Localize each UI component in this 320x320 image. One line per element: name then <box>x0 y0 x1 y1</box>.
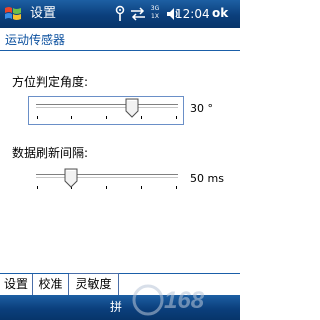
slider-track <box>36 104 178 108</box>
slider-thumb[interactable] <box>125 98 139 118</box>
tab-calibration[interactable]: 校准 <box>33 274 69 295</box>
header-divider <box>0 50 240 51</box>
slider-tick <box>71 116 72 119</box>
slider-tick <box>176 116 177 119</box>
window-title: 设置 <box>30 6 57 21</box>
slider-tick <box>141 116 142 119</box>
refresh-interval-slider[interactable] <box>36 168 178 192</box>
slider-tick <box>176 186 177 189</box>
slider-tick <box>37 186 38 189</box>
watermark-text: 168 <box>164 287 205 314</box>
orientation-angle-slider[interactable] <box>36 98 178 122</box>
orientation-angle-label: 方位判定角度: <box>12 75 89 89</box>
orientation-angle-value: 30 ° <box>190 102 213 115</box>
slider-tick <box>106 186 107 189</box>
page-header: 运动传感器 <box>0 28 240 52</box>
slider-tick <box>106 116 107 119</box>
refresh-interval-label: 数据刷新间隔: <box>12 146 89 160</box>
tab-settings[interactable]: 设置 <box>0 274 33 295</box>
refresh-interval-value: 50 ms <box>190 172 224 185</box>
ok-button[interactable]: ok <box>212 5 228 21</box>
clock[interactable]: 12:04 <box>175 6 210 22</box>
slider-track <box>36 174 178 178</box>
tab-sensitivity[interactable]: 灵敏度 <box>69 273 119 295</box>
slider-tick <box>37 116 38 119</box>
title-bar: 设置 3G 1X 12:04 ok <box>0 0 240 28</box>
page-title: 运动传感器 <box>5 33 66 47</box>
network-type-top: 3G <box>150 5 160 12</box>
slider-tick <box>141 186 142 189</box>
wifi-icon[interactable] <box>114 5 126 23</box>
windows-start-icon[interactable] <box>2 3 24 25</box>
input-method-button[interactable]: 拼 <box>110 299 122 315</box>
data-connection-icon[interactable] <box>130 5 146 23</box>
network-type-bottom: 1X <box>151 13 159 20</box>
slider-thumb[interactable] <box>64 168 78 188</box>
network-type-icon: 3G 1X <box>149 5 161 23</box>
site-watermark-logo: 168 <box>132 284 205 316</box>
